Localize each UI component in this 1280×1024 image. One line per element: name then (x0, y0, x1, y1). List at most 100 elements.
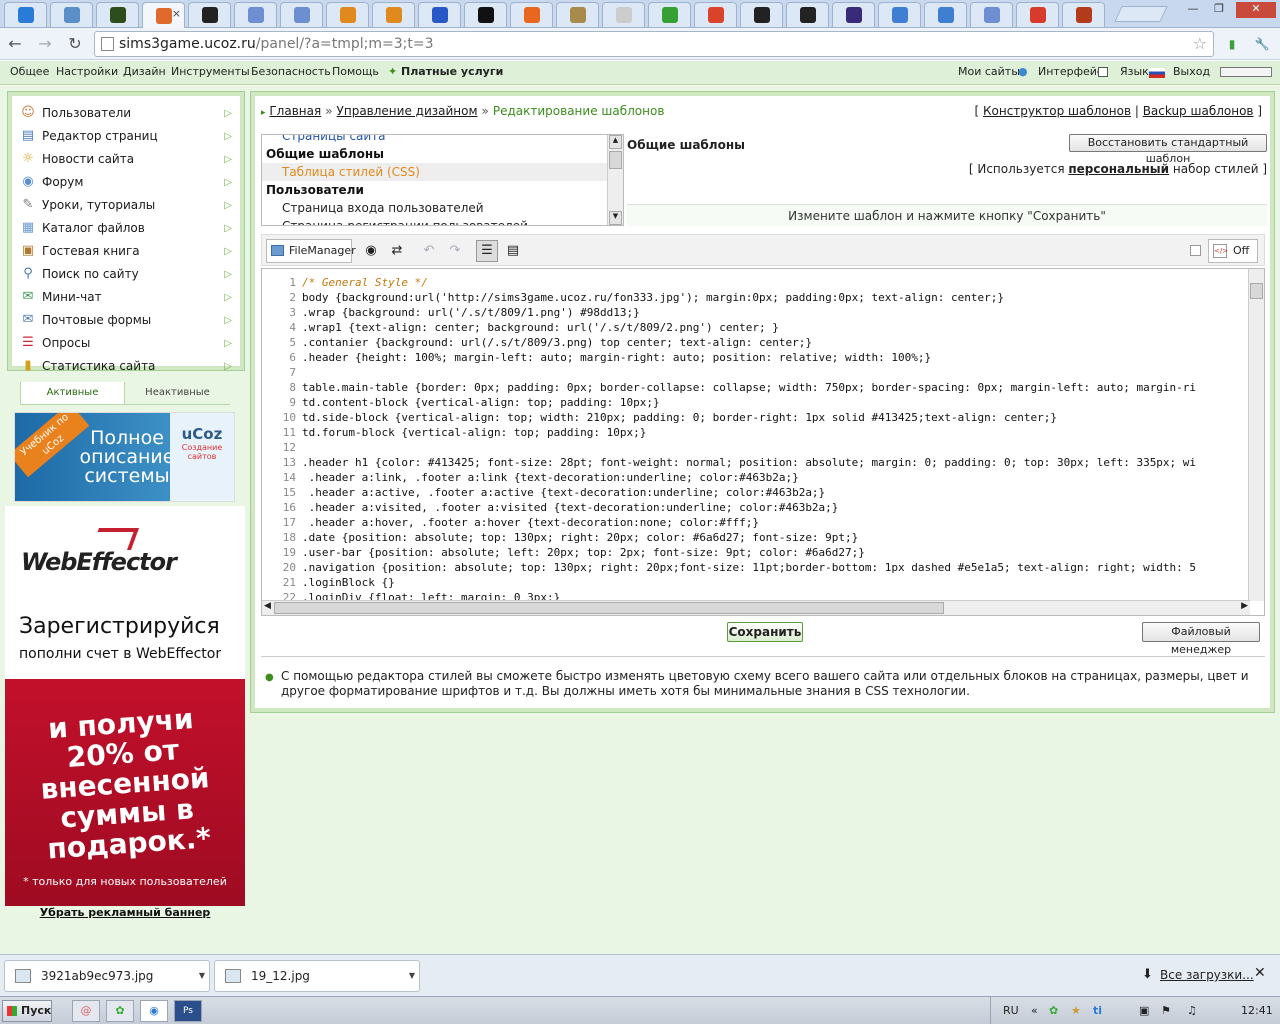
sidebar-item[interactable]: ▮ Статистика сайта ▷ (12, 355, 240, 378)
browser-tab[interactable] (4, 2, 47, 27)
icq-taskbar-icon[interactable]: ✿ (106, 1000, 134, 1022)
editor-vscroll-thumb[interactable] (1250, 283, 1263, 299)
browser-tab[interactable] (556, 2, 599, 27)
tray-expand-icon[interactable]: « (1031, 997, 1038, 1024)
keyboard-language[interactable]: RU (1003, 997, 1019, 1024)
find-binoculars-icon[interactable]: ◉ (360, 240, 382, 262)
template-list-item[interactable]: Страница регистрации пользователей (262, 217, 623, 225)
expand-arrow-icon[interactable]: ▷ (224, 102, 232, 125)
code-line[interactable]: .loginBlock {} (302, 575, 1196, 590)
template-list[interactable]: Страницы сайта Общие шаблоны Таблица стиле… (261, 134, 624, 226)
browser-tab[interactable] (970, 2, 1013, 27)
breadcrumb-design[interactable]: Управление дизайном (337, 104, 478, 118)
code-line[interactable]: .navigation {position: absolute; top: 13… (302, 560, 1196, 575)
close-downloads-icon[interactable]: ✕ (1254, 965, 1266, 981)
menu-interface[interactable]: Интерфейс (1038, 61, 1103, 83)
restore-default-template-button[interactable]: Восстановить стандартный шаблон (1069, 134, 1267, 165)
filemanager-button[interactable]: Файловый менеджер (1142, 622, 1260, 656)
menu-language[interactable]: Язык (1120, 61, 1149, 83)
template-list-scrollbar[interactable]: ▲ ▼ (607, 135, 623, 225)
expand-arrow-icon[interactable]: ▷ (224, 148, 232, 171)
menu-design[interactable]: Дизайн (123, 61, 166, 83)
line-numbers-icon[interactable]: ☰ (476, 240, 498, 262)
forward-icon[interactable]: → (34, 33, 56, 55)
css-code-editor[interactable]: 1 2 3 4 5 6 7 8 9 10 11 12 13 14 15 16 17 18 19 20 21 22 /* G… (261, 268, 1265, 616)
code-line[interactable]: td.side-block {vertical-align: top; widt… (302, 410, 1196, 425)
replace-icon[interactable]: ⇄ (386, 240, 408, 262)
code-line[interactable] (302, 365, 1196, 380)
browser-tab[interactable]: × (142, 2, 185, 29)
menu-tools[interactable]: Инструменты (171, 61, 250, 83)
scroll-right-icon[interactable]: ▶ (1241, 601, 1248, 611)
code-line[interactable]: td.forum-block {vertical-align: top; pad… (302, 425, 1196, 440)
code-line[interactable]: .user-bar {position: absolute; left: 20p… (302, 545, 1196, 560)
undo-icon[interactable]: ↶ (418, 240, 440, 262)
code-line[interactable]: body {background:url('http://sims3game.u… (302, 290, 1196, 305)
download-menu-icon[interactable]: ▼ (409, 961, 415, 991)
sidebar-item[interactable]: ◉ Форум ▷ (12, 171, 240, 194)
code-line[interactable] (302, 440, 1196, 455)
stats-extension-icon[interactable]: ▮ (1222, 34, 1242, 54)
expand-arrow-icon[interactable]: ▷ (224, 125, 232, 148)
sidebar-item[interactable]: ▤ Редактор страниц ▷ (12, 125, 240, 148)
template-list-item[interactable]: Таблица стилей (CSS) (262, 163, 623, 181)
webeffector-banner[interactable]: WebEffector Зарегистрируйся пополни счет… (5, 506, 245, 906)
sidebar-item[interactable]: ☰ Опросы ▷ (12, 332, 240, 355)
expand-arrow-icon[interactable]: ▷ (224, 286, 232, 309)
address-bar[interactable]: sims3game.ucoz.ru/panel/?a=tmpl;m=3;t=3 … (94, 31, 1214, 57)
volume-tray-icon[interactable]: ♫ (1187, 997, 1197, 1024)
scroll-down-icon[interactable]: ▼ (609, 211, 622, 225)
reload-icon[interactable]: ↻ (64, 33, 86, 55)
template-list-item[interactable]: Страница входа пользователей (262, 199, 623, 217)
editor-hscroll-thumb[interactable] (274, 602, 944, 614)
usage-personal-link[interactable]: персональный (1068, 162, 1169, 176)
sidebar-item[interactable]: ⚲ Поиск по сайту ▷ (12, 263, 240, 286)
scroll-left-icon[interactable]: ◀ (264, 601, 271, 611)
menu-exit[interactable]: Выход (1173, 61, 1210, 83)
close-window-button[interactable]: ✕ (1236, 2, 1276, 18)
flag-tray-icon[interactable]: ⚑ (1161, 997, 1171, 1024)
browser-tab[interactable] (326, 2, 369, 27)
expand-arrow-icon[interactable]: ▷ (224, 240, 232, 263)
code-line[interactable]: .header a:visited, .footer a:visited {te… (302, 500, 1196, 515)
menu-my-sites[interactable]: Мои сайты (958, 61, 1020, 83)
back-icon[interactable]: ← (4, 33, 26, 55)
start-button[interactable]: Пуск (2, 1000, 52, 1022)
agent-tray-icon[interactable]: ★ (1071, 997, 1081, 1024)
code-line[interactable]: .header h1 {color: #413425; font-size: 2… (302, 455, 1196, 470)
template-backup-link[interactable]: Backup шаблонов (1143, 104, 1254, 118)
sidebar-item[interactable]: ☺ Пользователи ▷ (12, 102, 240, 125)
remove-banner-link[interactable]: Убрать рекламный баннер (5, 906, 245, 919)
code-line[interactable]: .wrap {background: url('/.s/t/809/1.png'… (302, 305, 1196, 320)
sidebar-item[interactable]: ▦ Каталог файлов ▷ (12, 217, 240, 240)
expand-arrow-icon[interactable]: ▷ (224, 194, 232, 217)
browser-tab[interactable] (280, 2, 323, 27)
highlight-off-toggle[interactable]: </> Off (1208, 239, 1258, 263)
restore-button[interactable]: ❐ (1206, 2, 1232, 18)
menu-help[interactable]: Помощь (332, 61, 379, 83)
expand-arrow-icon[interactable]: ▷ (224, 355, 232, 378)
code-line[interactable]: .header a:link, .footer a:link {text-dec… (302, 470, 1196, 485)
minimize-button[interactable]: — (1180, 2, 1206, 18)
menu-security[interactable]: Безопасность (251, 61, 331, 83)
expand-arrow-icon[interactable]: ▷ (224, 263, 232, 286)
save-button[interactable]: Сохранить (727, 622, 803, 642)
browser-tab[interactable] (786, 2, 829, 27)
filemanager-toolbar-button[interactable]: FileManager (266, 239, 356, 263)
menu-settings[interactable]: Настройки (56, 61, 118, 83)
breadcrumb-home[interactable]: Главная (269, 104, 321, 118)
code-line[interactable]: td.content-block {vertical-align: top; p… (302, 395, 1196, 410)
template-list-item[interactable]: Страницы сайта (262, 135, 623, 145)
ti-tray-icon[interactable]: ti (1093, 997, 1102, 1024)
browser-tab[interactable] (188, 2, 231, 27)
browser-tab[interactable] (96, 2, 139, 27)
browser-tab[interactable] (832, 2, 875, 27)
code-line[interactable]: .contanier {background: url(/.s/t/809/3.… (302, 335, 1196, 350)
tab-inactive-modules[interactable]: Неактивные (125, 382, 230, 405)
browser-tab[interactable] (1016, 2, 1059, 27)
code-area[interactable]: /* General Style */body {background:url(… (302, 275, 1196, 605)
editor-vertical-scrollbar[interactable] (1248, 269, 1264, 601)
expand-arrow-icon[interactable]: ▷ (224, 332, 232, 355)
download-menu-icon[interactable]: ▼ (199, 961, 205, 991)
code-line[interactable]: table.main-table {border: 0px; padding: … (302, 380, 1196, 395)
